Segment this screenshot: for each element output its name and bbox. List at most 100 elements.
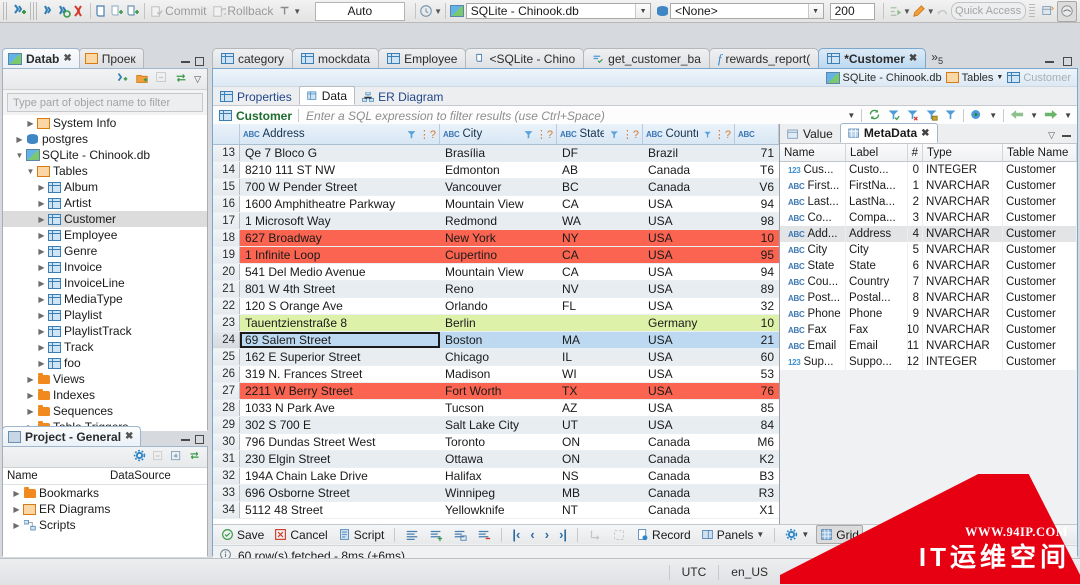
row-number[interactable]: 30 — [213, 434, 240, 450]
grid-cell[interactable]: Fort Worth — [440, 383, 557, 399]
delete-row-icon[interactable] — [474, 526, 494, 543]
minimize-icon[interactable] — [181, 61, 190, 63]
metadata-row[interactable]: 123Sup...Suppo...12INTEGERCustomer2,147,… — [780, 354, 1077, 370]
filter-settings-icon[interactable] — [944, 108, 957, 124]
connection-dropdown-arrow[interactable]: ▼ — [635, 4, 650, 18]
metadata-cell-index[interactable]: 8 — [908, 290, 923, 306]
minimize-icon[interactable] — [1045, 61, 1054, 63]
grid-cell[interactable]: 796 Dundas Street West — [240, 434, 440, 450]
column-filter-menu-icon[interactable]: ⋮? — [714, 128, 731, 141]
tree-item-invoiceline[interactable]: ▶InvoiceLine — [3, 275, 207, 291]
chevron-right-icon[interactable]: ▶ — [36, 279, 47, 288]
table-row[interactable]: 26319 N. Frances StreetMadisonWIUSA53 — [213, 366, 779, 383]
metadata-cell-table[interactable]: Customer — [1003, 306, 1077, 322]
new-connection-icon[interactable] — [11, 1, 27, 21]
grid-cell[interactable]: Boston — [440, 332, 557, 348]
grid-cell[interactable]: IL — [557, 349, 643, 365]
metadata-row[interactable]: ABCFirst...FirstNa...1NVARCHARCustomer2,… — [780, 178, 1077, 194]
row-number[interactable]: 19 — [213, 247, 240, 263]
expand-all-icon[interactable] — [170, 450, 182, 465]
transaction-mode-icon[interactable] — [277, 1, 293, 21]
grid-cell[interactable]: M6 — [735, 434, 779, 450]
remove-filter-icon[interactable] — [906, 108, 919, 124]
schema-selector[interactable]: <None> ▼ — [670, 3, 824, 19]
metadata-cell-type[interactable]: NVARCHAR — [923, 258, 1003, 274]
grid-cell[interactable]: 94 — [735, 264, 779, 280]
grid-cell[interactable]: CA — [557, 264, 643, 280]
tree-item-album[interactable]: ▶Album — [3, 179, 207, 195]
grid-cell[interactable]: Reno — [440, 281, 557, 297]
grid-cell[interactable]: USA — [643, 383, 735, 399]
grid-cell[interactable]: B3 — [735, 468, 779, 484]
metadata-cell-table[interactable]: Customer — [1003, 354, 1077, 370]
row-number[interactable]: 34 — [213, 502, 240, 518]
grid-cell[interactable] — [557, 315, 643, 331]
filter-table-chip[interactable]: Customer — [213, 109, 298, 123]
grid-cell[interactable]: Orlando — [440, 298, 557, 314]
metadata-row[interactable]: ABCCityCity5NVARCHARCustomer2,147,483 — [780, 242, 1077, 258]
metadata-cell-type[interactable]: NVARCHAR — [923, 178, 1003, 194]
editor-tab-category[interactable]: category — [212, 48, 293, 68]
grid-cell[interactable]: 162 E Superior Street — [240, 349, 440, 365]
table-row[interactable]: 23Tauentzienstraße 8BerlinGermany10 — [213, 315, 779, 332]
metadata-body[interactable]: 123Cus...Custo...0INTEGERCustomer2,147,4… — [780, 162, 1077, 370]
grid-cell[interactable]: Vancouver — [440, 179, 557, 195]
chevron-right-icon[interactable]: ▶ — [36, 295, 47, 304]
metadata-cell-label[interactable]: Custo... — [846, 162, 908, 178]
filter-history-dropdown-icon[interactable]: ▼ — [847, 111, 855, 120]
breadcrumb-item-sqlite-chinook-db[interactable]: SQLite - Chinook.db — [826, 72, 942, 84]
toggle-panel-button[interactable] — [915, 526, 934, 543]
grid-cell[interactable]: Berlin — [440, 315, 557, 331]
row-number[interactable]: 16 — [213, 196, 240, 212]
chevron-right-icon[interactable]: ▶ — [25, 407, 36, 416]
grid-cell[interactable]: 1 Infinite Loop — [240, 247, 440, 263]
connection-selector[interactable]: SQLite - Chinook.db ▼ — [466, 3, 651, 19]
project-item-bookmarks[interactable]: ▶Bookmarks — [3, 485, 207, 501]
metadata-cell-name[interactable]: ABCFax — [780, 322, 846, 338]
metadata-cell-name[interactable]: ABCCo... — [780, 210, 846, 226]
grid-cell[interactable]: Germany — [643, 315, 735, 331]
table-row[interactable]: 20541 Del Medio AvenueMountain ViewCAUSA… — [213, 264, 779, 281]
grid-header-address[interactable]: ABCAddress⋮? — [240, 124, 440, 144]
metadata-row[interactable]: 123Cus...Custo...0INTEGERCustomer2,147,4… — [780, 162, 1077, 178]
grid-cell[interactable]: USA — [643, 196, 735, 212]
forward-icon[interactable] — [1044, 109, 1058, 123]
gear-icon[interactable] — [133, 449, 146, 465]
metadata-cell-table[interactable]: Customer — [1003, 322, 1077, 338]
metadata-cell-index[interactable]: 6 — [908, 258, 923, 274]
breadcrumb-item-customer[interactable]: Customer — [1007, 72, 1071, 84]
metadata-cell-name[interactable]: ABCCou... — [780, 274, 846, 290]
new-sql-script-icon[interactable] — [109, 1, 125, 21]
grid-cell[interactable]: V6 — [735, 179, 779, 195]
new-connection-small-icon[interactable] — [115, 71, 129, 88]
grid-cell[interactable]: Mountain View — [440, 264, 557, 280]
grid-cell[interactable]: 696 Osborne Street — [240, 485, 440, 501]
table-row[interactable]: 345112 48 StreetYellowknifeNTCanadaX1 — [213, 502, 779, 519]
table-row[interactable]: 148210 111 ST NWEdmontonABCanadaT6 — [213, 162, 779, 179]
metadata-cell-type[interactable]: NVARCHAR — [923, 290, 1003, 306]
maximize-icon[interactable] — [1063, 57, 1072, 66]
grid-cell[interactable]: 541 Del Medio Avenue — [240, 264, 440, 280]
metadata-cell-name[interactable]: 123Sup... — [780, 354, 846, 370]
tab-projects[interactable]: Проек — [79, 48, 144, 68]
grid-cell[interactable]: NT — [557, 502, 643, 518]
column-filter-menu-icon[interactable]: ⋮? — [419, 128, 436, 141]
execute-dropdown-icon[interactable]: ▼ — [989, 111, 997, 120]
project-tree[interactable]: ▶Bookmarks▶ER Diagrams▶Scripts — [3, 485, 207, 557]
chevron-down-icon[interactable]: ▼ — [756, 530, 764, 539]
metadata-row[interactable]: ABCLast...LastNa...2NVARCHARCustomer2,14… — [780, 194, 1077, 210]
grid-cell[interactable]: Ottawa — [440, 451, 557, 467]
table-row[interactable]: 25162 E Superior StreetChicagoILUSA60 — [213, 349, 779, 366]
back-icon[interactable] — [1010, 109, 1024, 123]
grid-cell[interactable]: 230 Elgin Street — [240, 451, 440, 467]
column-filter-menu-icon[interactable]: ⋮? — [536, 128, 553, 141]
metadata-cell-label[interactable]: City — [846, 242, 908, 258]
row-number[interactable]: 17 — [213, 213, 240, 229]
grid-cell[interactable]: 21 — [735, 332, 779, 348]
maximize-icon[interactable] — [195, 57, 204, 66]
metadata-cell-label[interactable]: Country — [846, 274, 908, 290]
metadata-cell-type[interactable]: NVARCHAR — [923, 210, 1003, 226]
table-row[interactable]: 13Qe 7 Bloco GBrasíliaDFBrazil71 — [213, 145, 779, 162]
grid-cell[interactable]: CA — [557, 247, 643, 263]
grid-cell[interactable]: Chicago — [440, 349, 557, 365]
